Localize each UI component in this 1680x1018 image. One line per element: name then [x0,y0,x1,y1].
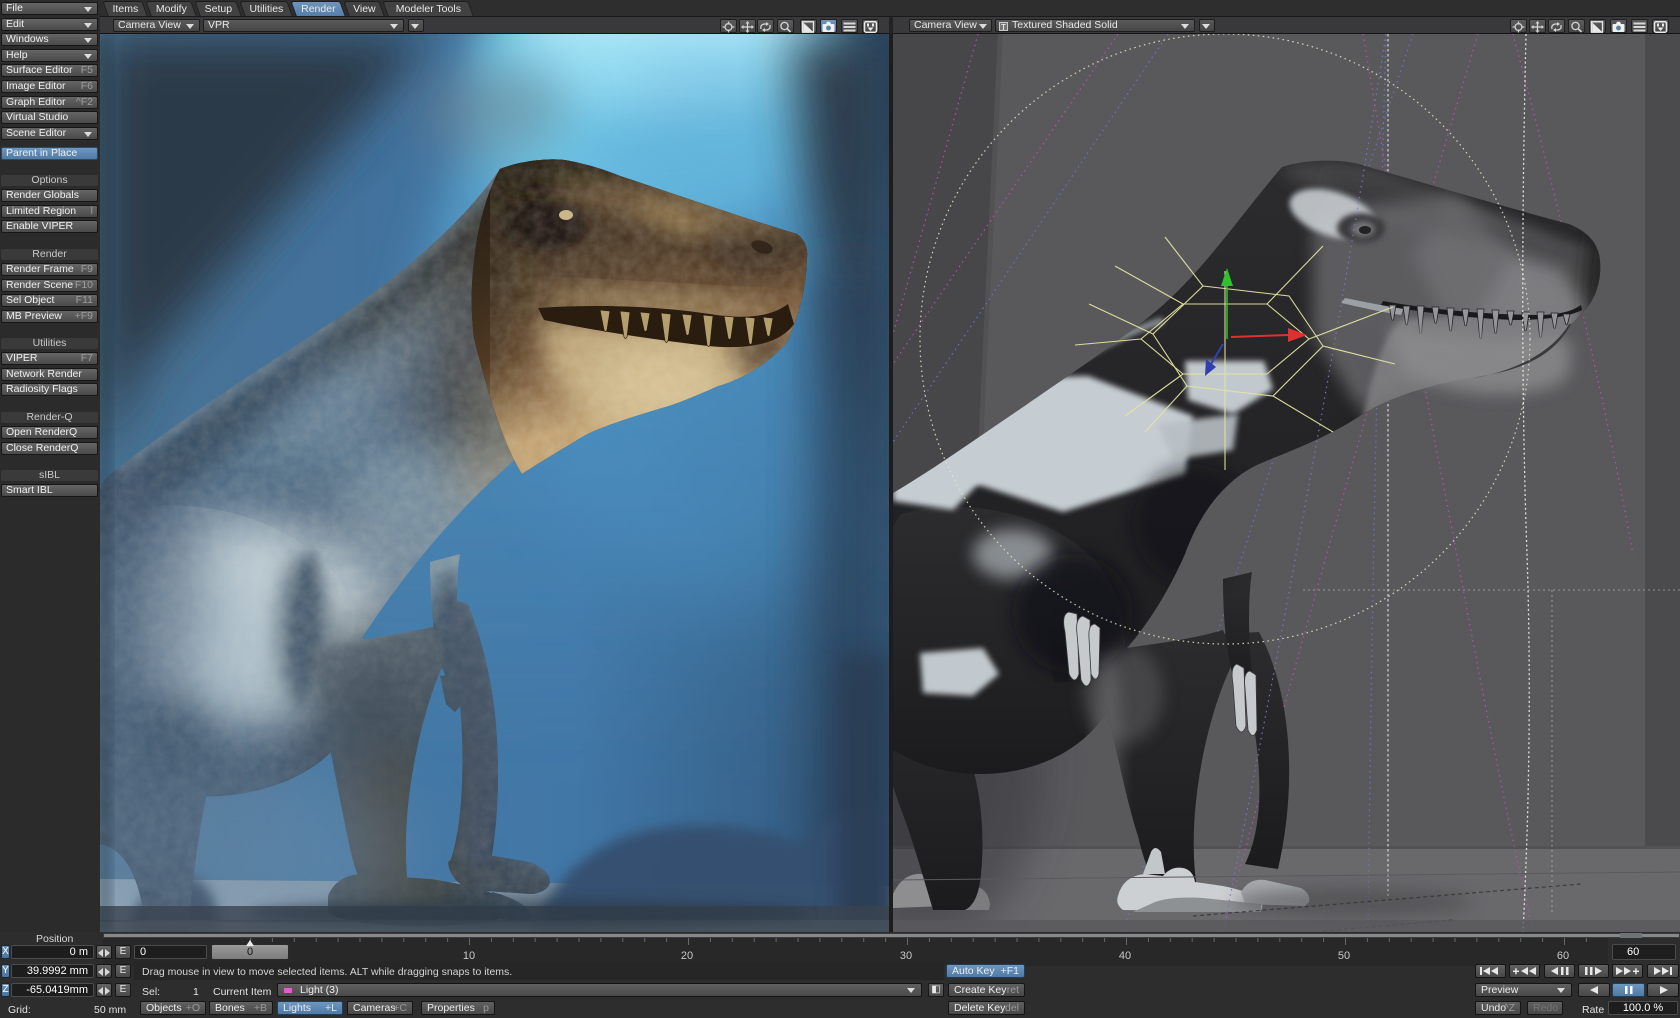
svg-text:20: 20 [681,950,693,962]
svg-text:40: 40 [1119,950,1131,962]
svg-text:60: 60 [1557,950,1569,962]
svg-text:50: 50 [1338,950,1350,962]
svg-text:10: 10 [463,950,475,962]
svg-text:30: 30 [900,950,912,962]
